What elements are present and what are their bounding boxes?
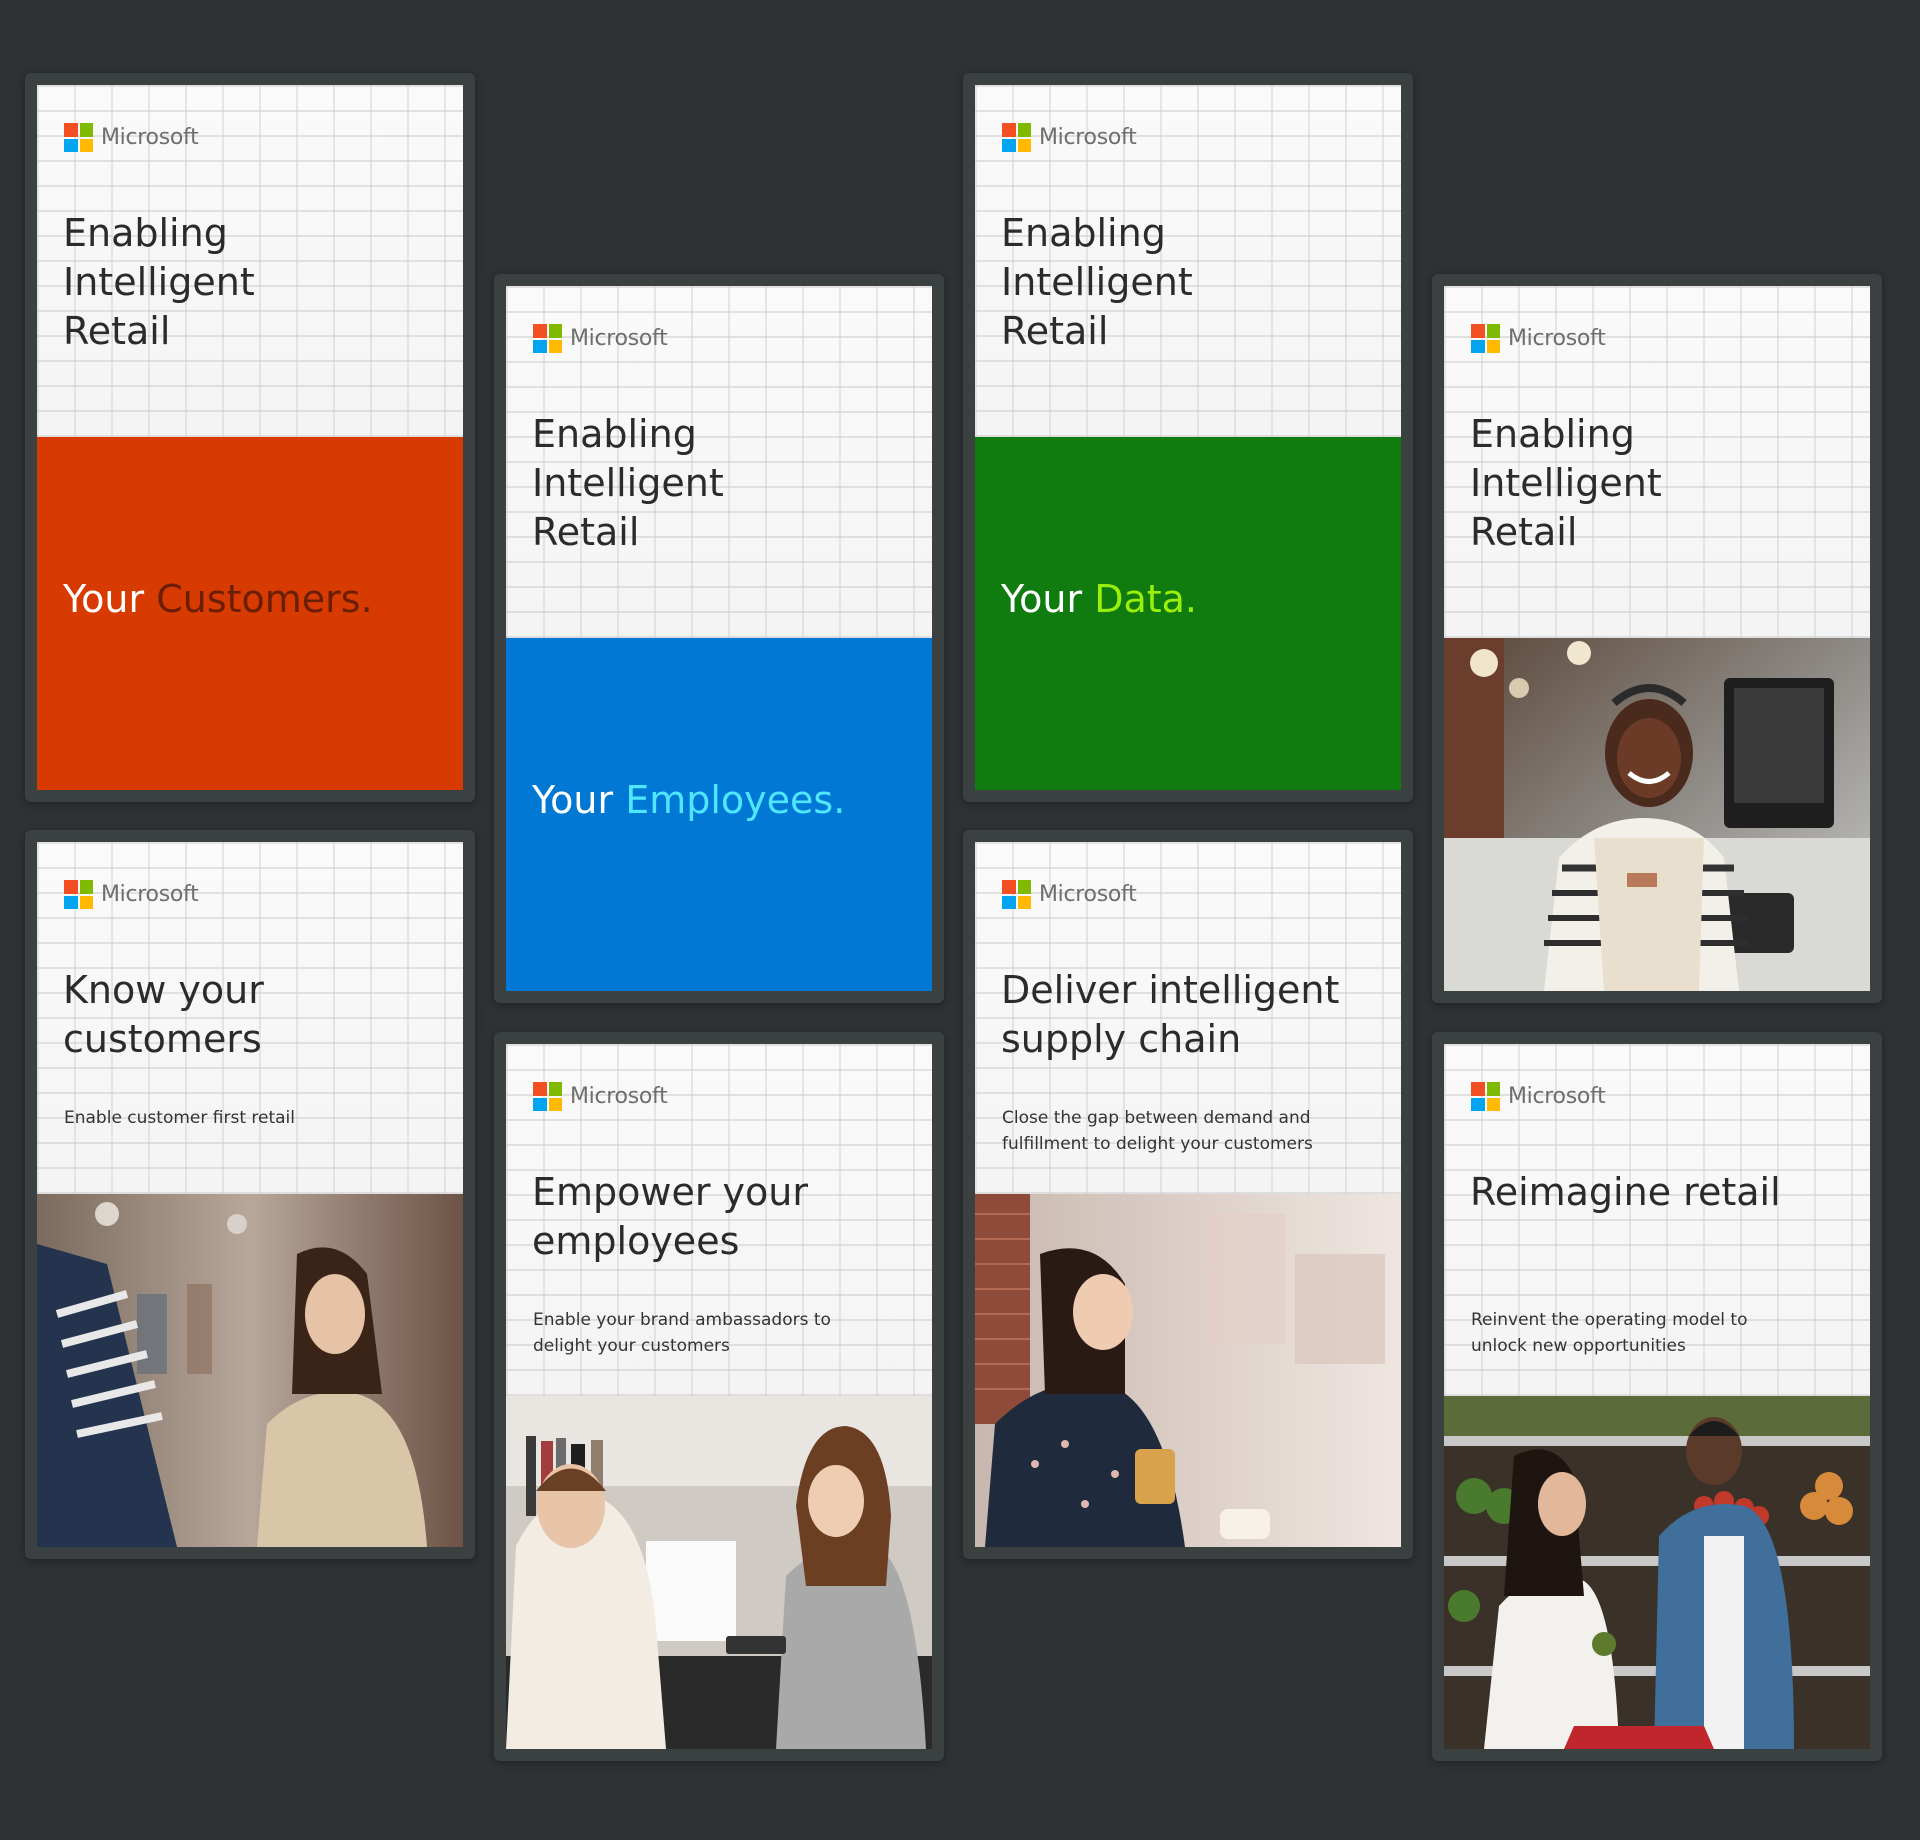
logo-text: Microsoft (570, 1084, 668, 1109)
poster-frame-reimagine: Microsoft Reimagine retail Reinvent the … (1432, 1032, 1882, 1761)
logo-text: Microsoft (1039, 125, 1137, 150)
poster-subtext: Reinvent the operating model to unlock n… (1471, 1310, 1748, 1356)
microsoft-logo-icon (1471, 1082, 1500, 1111)
poster-headline: Enabling Intelligent Retail (532, 412, 724, 554)
poster-customers[interactable]: Microsoft Enabling Intelligent Retail Yo… (37, 85, 463, 790)
poster-headline: Know your customers (63, 968, 264, 1061)
color-block: Your Data. (975, 437, 1401, 790)
microsoft-logo: Microsoft (1471, 1082, 1606, 1111)
poster-employees[interactable]: Microsoft Enabling Intelligent Retail Yo… (506, 286, 932, 991)
poster-empower[interactable]: Microsoft Empower your employees Enable … (506, 1044, 932, 1749)
poster-cashier[interactable]: Microsoft Enabling Intelligent Retail (1444, 286, 1870, 991)
tagline: Your Employees. (532, 778, 845, 822)
poster-know-customers[interactable]: Microsoft Know your customers Enable cus… (37, 842, 463, 1547)
microsoft-logo: Microsoft (64, 123, 199, 152)
grocery-couple-photo (1444, 1396, 1870, 1749)
microsoft-logo-icon (533, 1082, 562, 1111)
poster-headline: Enabling Intelligent Retail (63, 211, 255, 353)
poster-frame-cashier: Microsoft Enabling Intelligent Retail (1432, 274, 1882, 1003)
logo-text: Microsoft (1039, 882, 1137, 907)
microsoft-logo-icon (1002, 880, 1031, 909)
color-block: Your Customers. (37, 437, 463, 790)
microsoft-logo-icon (1002, 123, 1031, 152)
woman-with-phone-photo (975, 1194, 1401, 1547)
poster-subtext: Close the gap between demand and fulfill… (1002, 1108, 1313, 1154)
color-block: Your Employees. (506, 638, 932, 991)
poster-frame-empower: Microsoft Empower your employees Enable … (494, 1032, 944, 1761)
poster-subtext: Enable customer first retail (64, 1108, 295, 1128)
tagline: Your Data. (1001, 577, 1197, 621)
microsoft-logo: Microsoft (533, 1082, 668, 1111)
logo-text: Microsoft (1508, 326, 1606, 351)
microsoft-logo-icon (533, 324, 562, 353)
tagline-accent: Employees. (625, 778, 846, 822)
logo-text: Microsoft (1508, 1084, 1606, 1109)
poster-frame-customers: Microsoft Enabling Intelligent Retail Yo… (25, 73, 475, 802)
poster-subtext: Enable your brand ambassadors to delight… (533, 1310, 831, 1356)
logo-text: Microsoft (101, 882, 199, 907)
smiling-cashier-photo (1444, 638, 1870, 991)
microsoft-logo: Microsoft (1002, 880, 1137, 909)
tagline-lead: Your (63, 577, 157, 621)
microsoft-logo: Microsoft (1002, 123, 1137, 152)
tagline-lead: Your (532, 778, 626, 822)
microsoft-logo: Microsoft (64, 880, 199, 909)
poster-frame-data: Microsoft Enabling Intelligent Retail Yo… (963, 73, 1413, 802)
poster-headline: Enabling Intelligent Retail (1001, 211, 1193, 353)
microsoft-logo-icon (64, 123, 93, 152)
microsoft-logo-icon (1471, 324, 1500, 353)
shopper-browsing-photo (37, 1194, 463, 1547)
poster-headline: Reimagine retail (1470, 1170, 1781, 1214)
poster-headline: Empower your employees (532, 1170, 809, 1263)
microsoft-logo-icon (64, 880, 93, 909)
poster-frame-know-customers: Microsoft Know your customers Enable cus… (25, 830, 475, 1559)
logo-text: Microsoft (570, 326, 668, 351)
poster-data[interactable]: Microsoft Enabling Intelligent Retail Yo… (975, 85, 1401, 790)
poster-headline: Deliver intelligent supply chain (1001, 968, 1340, 1061)
microsoft-logo: Microsoft (533, 324, 668, 353)
microsoft-logo: Microsoft (1471, 324, 1606, 353)
tagline-lead: Your (1001, 577, 1095, 621)
logo-text: Microsoft (101, 125, 199, 150)
poster-reimagine[interactable]: Microsoft Reimagine retail Reinvent the … (1444, 1044, 1870, 1749)
poster-supply-chain[interactable]: Microsoft Deliver intelligent supply cha… (975, 842, 1401, 1547)
tagline-accent: Data. (1094, 577, 1198, 621)
poster-headline: Enabling Intelligent Retail (1470, 412, 1662, 554)
tagline: Your Customers. (63, 577, 373, 621)
tagline-accent: Customers. (156, 577, 373, 621)
checkout-counter-photo (506, 1396, 932, 1749)
poster-frame-supply-chain: Microsoft Deliver intelligent supply cha… (963, 830, 1413, 1559)
poster-frame-employees: Microsoft Enabling Intelligent Retail Yo… (494, 274, 944, 1003)
